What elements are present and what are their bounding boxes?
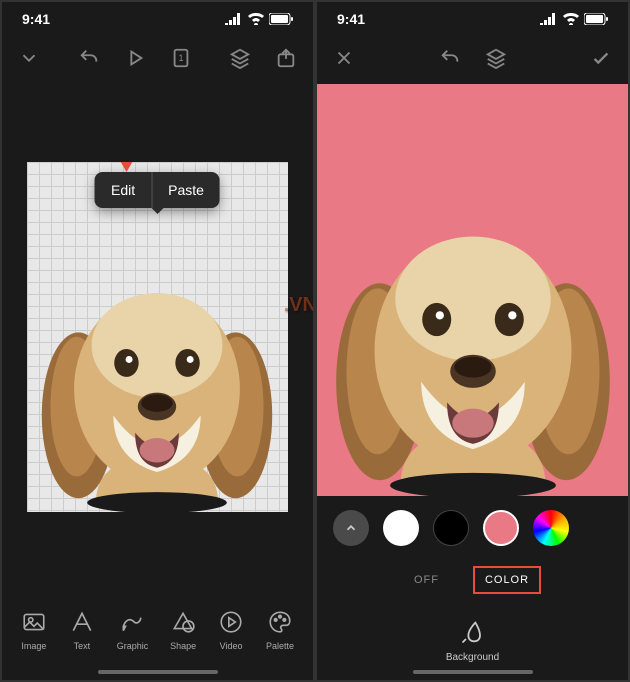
layers-icon[interactable] (229, 47, 251, 74)
home-indicator[interactable] (413, 670, 533, 674)
shape-tool[interactable]: Shape (170, 609, 196, 651)
share-icon[interactable] (275, 47, 297, 74)
svg-text:1: 1 (178, 52, 183, 62)
layers-icon[interactable] (485, 47, 507, 74)
tool-label: Background (446, 652, 499, 663)
play-icon[interactable] (124, 47, 146, 74)
signal-icon (225, 13, 243, 25)
close-icon[interactable] (333, 47, 355, 74)
graphic-tool[interactable]: Graphic (117, 609, 149, 651)
left-screenshot: 9:41 1 Edit Paste (2, 2, 313, 680)
status-bar: 9:41 (2, 2, 313, 36)
canvas-area: Edit Paste (2, 84, 313, 590)
video-tool[interactable]: Video (218, 609, 244, 651)
color-swatch-white[interactable] (383, 510, 419, 546)
home-indicator[interactable] (98, 670, 218, 674)
context-popup: Edit Paste (95, 172, 220, 208)
tool-label: Text (74, 641, 91, 651)
image-tool[interactable]: Image (21, 609, 47, 651)
right-screenshot: 9:41 (317, 2, 628, 680)
palette-tool[interactable]: Palette (266, 609, 294, 651)
battery-icon (584, 13, 608, 25)
background-tool[interactable]: Background (317, 600, 628, 680)
dog-image[interactable] (27, 232, 289, 511)
color-swatch-pink[interactable] (483, 510, 519, 546)
paste-button[interactable]: Paste (152, 172, 220, 208)
expand-colors-button[interactable] (333, 510, 369, 546)
tool-label: Video (220, 641, 243, 651)
status-icons (225, 13, 293, 25)
wifi-icon (248, 13, 264, 25)
tool-label: Graphic (117, 641, 149, 651)
top-toolbar: 1 (2, 36, 313, 84)
top-toolbar (317, 36, 628, 84)
status-bar: 9:41 (317, 2, 628, 36)
tab-off[interactable]: OFF (404, 568, 449, 592)
watermark: .VN (284, 294, 313, 317)
canvas-area (317, 84, 628, 496)
annotation-arrow (116, 162, 136, 177)
tab-row: OFF COLOR (317, 560, 628, 600)
tool-label: Palette (266, 641, 294, 651)
pages-icon[interactable]: 1 (170, 47, 192, 74)
canvas[interactable]: Edit Paste (27, 162, 289, 511)
battery-icon (269, 13, 293, 25)
wifi-icon (563, 13, 579, 25)
status-time: 9:41 (337, 11, 365, 27)
bottom-toolbar: Image Text Graphic Shape Video Palette (2, 590, 313, 680)
signal-icon (540, 13, 558, 25)
edit-button[interactable]: Edit (95, 172, 151, 208)
tool-label: Image (21, 641, 46, 651)
chevron-down-icon[interactable] (18, 47, 40, 74)
color-swatch-black[interactable] (433, 510, 469, 546)
text-tool[interactable]: Text (69, 609, 95, 651)
status-time: 9:41 (22, 11, 50, 27)
status-icons (540, 13, 608, 25)
undo-icon[interactable] (78, 47, 100, 74)
tool-label: Shape (170, 641, 196, 651)
check-icon[interactable] (590, 47, 612, 74)
dog-image[interactable] (317, 164, 628, 496)
undo-icon[interactable] (439, 47, 461, 74)
color-swatch-custom[interactable] (533, 510, 569, 546)
color-picker-row (317, 496, 628, 560)
canvas[interactable] (317, 84, 628, 496)
tab-color[interactable]: COLOR (473, 566, 541, 594)
